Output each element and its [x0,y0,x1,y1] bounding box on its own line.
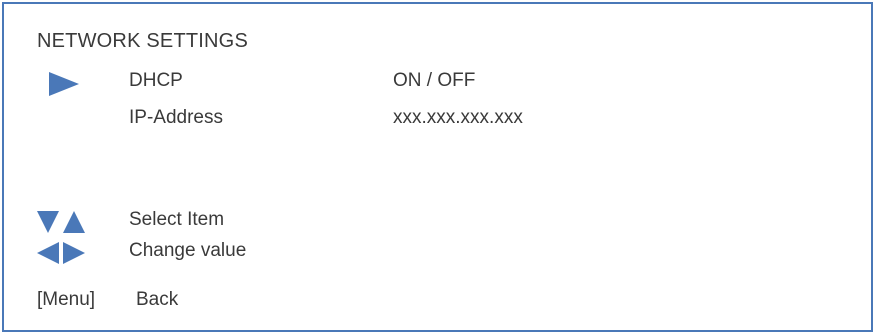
left-right-triangles-icon [37,242,87,264]
menu-item-ip-address[interactable]: IP-Address xxx.xxx.xxx.xxx [4,107,871,137]
menu-item-dhcp[interactable]: DHCP ON / OFF [4,70,871,100]
ip-address-value[interactable]: xxx.xxx.xxx.xxx [393,107,523,129]
back-hint: [Menu] Back [4,289,871,317]
back-label: Back [136,289,179,310]
down-up-triangles-icon [37,211,87,233]
change-value-label: Change value [129,240,247,261]
change-value-hint: Change value [4,240,871,268]
selection-cursor-icon [49,72,79,96]
dhcp-value[interactable]: ON / OFF [393,70,475,92]
network-settings-screen: NETWORK SETTINGS DHCP ON / OFF IP-Addres… [2,2,873,332]
menu-key-label: [Menu] [37,289,96,310]
select-item-hint: Select Item [4,209,871,237]
ip-address-label: IP-Address [129,107,223,128]
dhcp-label: DHCP [129,70,183,91]
page-title: NETWORK SETTINGS [37,30,248,52]
select-item-label: Select Item [129,209,225,230]
